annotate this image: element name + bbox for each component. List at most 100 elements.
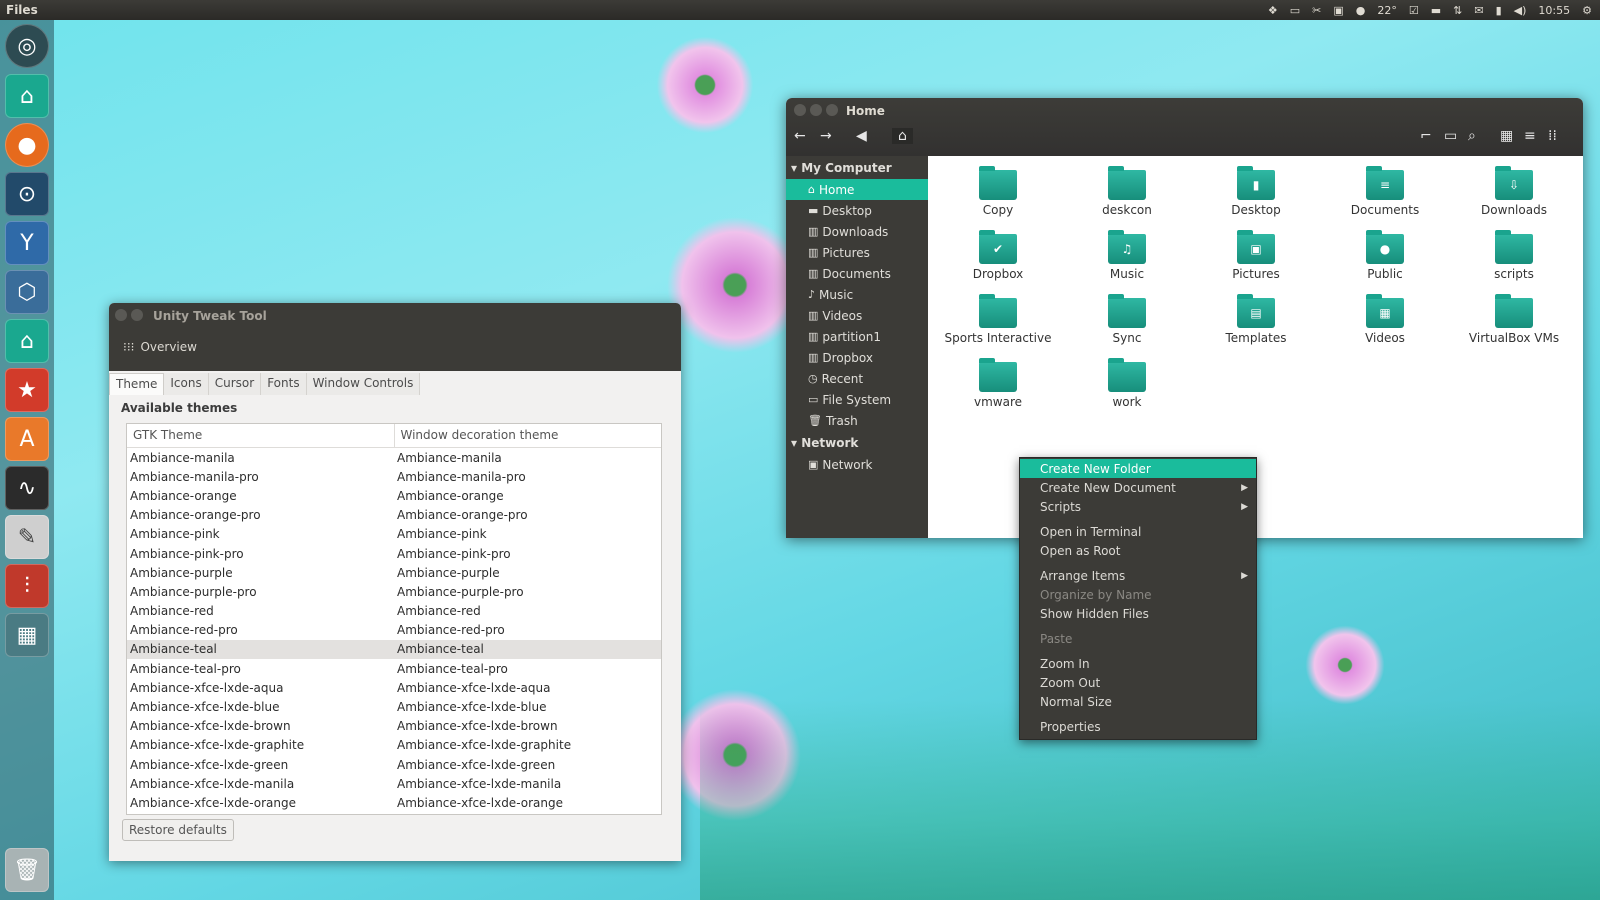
- home-folder-icon[interactable]: ⌂: [5, 74, 49, 118]
- list-view-icon[interactable]: ≡: [1524, 128, 1536, 144]
- sidebar-item-documents[interactable]: ▥ Documents: [786, 263, 928, 284]
- close-icon[interactable]: [115, 309, 127, 321]
- table-row[interactable]: Ambiance-xfce-lxde-brown Ambiance-xfce-lx…: [127, 717, 661, 736]
- table-row[interactable]: Ambiance-xfce-lxde-blue Ambiance-xfce-lxd…: [127, 697, 661, 716]
- steam-icon[interactable]: ⊙: [5, 172, 49, 216]
- weather-temp[interactable]: 22°: [1377, 4, 1397, 17]
- unity-tweak-tool-icon[interactable]: ⫶: [5, 564, 49, 608]
- menu-item-properties[interactable]: Properties: [1020, 717, 1256, 736]
- table-row[interactable]: Ambiance-purple Ambiance-purple: [127, 563, 661, 582]
- display-icon[interactable]: ▬: [1431, 4, 1441, 17]
- table-row[interactable]: Ambiance-orange-pro Ambiance-orange-pro: [127, 506, 661, 525]
- maximize-icon[interactable]: [826, 104, 838, 116]
- table-row[interactable]: Ambiance-teal Ambiance-teal: [127, 639, 661, 660]
- tools-icon[interactable]: ✂: [1312, 4, 1321, 17]
- sidebar-item-trash[interactable]: 🗑 Trash: [786, 410, 928, 431]
- software-center-icon[interactable]: A: [5, 417, 49, 461]
- files-icon[interactable]: ⌂: [5, 319, 49, 363]
- dropbox-icon[interactable]: ❖: [1268, 4, 1278, 17]
- file-item[interactable]: ● Public: [1325, 230, 1445, 281]
- file-item[interactable]: scripts: [1454, 230, 1574, 281]
- table-row[interactable]: Ambiance-red Ambiance-red: [127, 602, 661, 621]
- search-icon[interactable]: ⌕: [1468, 128, 1476, 144]
- sidebar-header-network[interactable]: ▾ Network: [786, 431, 928, 454]
- sidebar-item-pictures[interactable]: ▥ Pictures: [786, 242, 928, 263]
- menu-item-open-as-root[interactable]: Open as Root: [1020, 541, 1256, 560]
- overview-button[interactable]: ⁝⁝⁝ Overview: [123, 340, 197, 354]
- compact-view-icon[interactable]: ⁞⁞: [1548, 128, 1557, 144]
- sidebar-item-file-system[interactable]: ▭ File System: [786, 389, 928, 410]
- gear-icon[interactable]: ⚙: [1582, 4, 1592, 17]
- battery-icon[interactable]: ▮: [1496, 4, 1502, 17]
- table-row[interactable]: Ambiance-teal-pro Ambiance-teal-pro: [127, 659, 661, 678]
- software-updater-icon[interactable]: ★: [5, 368, 49, 412]
- sidebar-item-desktop[interactable]: ▬ Desktop: [786, 200, 928, 221]
- table-row[interactable]: Ambiance-manila-pro Ambiance-manila-pro: [127, 467, 661, 486]
- menu-item-create-new-folder[interactable]: Create New Folder: [1020, 459, 1256, 478]
- icon-view-icon[interactable]: ▦: [1500, 128, 1513, 144]
- menu-item-zoom-in[interactable]: Zoom In: [1020, 654, 1256, 673]
- calendar-icon[interactable]: ▣: [1333, 4, 1343, 17]
- file-item[interactable]: Copy: [938, 166, 1058, 217]
- checkbox-icon[interactable]: ☑: [1409, 4, 1419, 17]
- home-path-icon[interactable]: ⌂: [892, 128, 913, 144]
- file-item[interactable]: Sync: [1067, 294, 1187, 345]
- table-row[interactable]: Ambiance-xfce-lxde-manila Ambiance-xfce-l…: [127, 774, 661, 793]
- table-row[interactable]: Ambiance-xfce-lxde-graphite Ambiance-xfce…: [127, 736, 661, 755]
- table-row[interactable]: Ambiance-manila Ambiance-manila: [127, 448, 661, 467]
- file-item[interactable]: ▮ Desktop: [1196, 166, 1316, 217]
- tab-fonts[interactable]: Fonts: [261, 373, 307, 395]
- clock[interactable]: 10:55: [1538, 4, 1570, 17]
- file-item[interactable]: ≡ Documents: [1325, 166, 1445, 217]
- table-row[interactable]: Ambiance-xfce-lxde-orange Ambiance-xfce-l…: [127, 793, 661, 812]
- text-editor-icon[interactable]: ✎: [5, 515, 49, 559]
- firefox-icon[interactable]: ●: [5, 123, 49, 167]
- trash-icon[interactable]: 🗑: [5, 848, 49, 892]
- file-item[interactable]: ♫ Music: [1067, 230, 1187, 281]
- menu-item-open-in-terminal[interactable]: Open in Terminal: [1020, 522, 1256, 541]
- menu-item-zoom-out[interactable]: Zoom Out: [1020, 673, 1256, 692]
- menu-item-show-hidden-files[interactable]: Show Hidden Files: [1020, 604, 1256, 623]
- mail-icon[interactable]: ✉: [1474, 4, 1483, 17]
- tab-theme[interactable]: Theme: [109, 373, 165, 395]
- column-gtk-theme[interactable]: GTK Theme: [127, 424, 395, 447]
- menu-item-scripts[interactable]: Scripts ▶: [1020, 497, 1256, 516]
- path-left-icon[interactable]: ◀: [856, 128, 867, 144]
- sidebar-item-network[interactable]: ▣ Network: [786, 454, 928, 475]
- back-icon[interactable]: ←: [794, 128, 806, 144]
- system-monitor-icon[interactable]: ∿: [5, 466, 49, 510]
- sidebar-header-my-computer[interactable]: ▾ My Computer: [786, 156, 928, 179]
- table-row[interactable]: Ambiance-orange Ambiance-orange: [127, 486, 661, 505]
- table-row[interactable]: Ambiance-xfce-lxde-aqua Ambiance-xfce-lxd…: [127, 678, 661, 697]
- menu-item-create-new-document[interactable]: Create New Document ▶: [1020, 478, 1256, 497]
- volume-icon[interactable]: ◀): [1514, 4, 1527, 17]
- tab-cursor[interactable]: Cursor: [208, 373, 262, 395]
- minimize-icon[interactable]: [810, 104, 822, 116]
- weather-icon[interactable]: ●: [1356, 4, 1366, 17]
- tab-icons[interactable]: Icons: [164, 373, 209, 395]
- file-item[interactable]: deskcon: [1067, 166, 1187, 217]
- sidebar-item-downloads[interactable]: ▥ Downloads: [786, 221, 928, 242]
- file-item[interactable]: ▤ Templates: [1196, 294, 1316, 345]
- minimize-icon[interactable]: [131, 309, 143, 321]
- y-ppa-manager-icon[interactable]: Y: [5, 221, 49, 265]
- tab-window-controls[interactable]: Window Controls: [306, 373, 421, 395]
- network-icon[interactable]: ⇅: [1453, 4, 1462, 17]
- sidebar-item-home[interactable]: ⌂ Home: [786, 179, 928, 200]
- forward-icon[interactable]: →: [820, 128, 832, 144]
- sidebar-item-videos[interactable]: ▥ Videos: [786, 305, 928, 326]
- table-row[interactable]: Ambiance-xfce-lxde-green Ambiance-xfce-lx…: [127, 755, 661, 774]
- table-row[interactable]: Ambiance-purple-pro Ambiance-purple-pro: [127, 582, 661, 601]
- file-item[interactable]: ✔ Dropbox: [938, 230, 1058, 281]
- table-row[interactable]: Ambiance-pink-pro Ambiance-pink-pro: [127, 544, 661, 563]
- file-item[interactable]: VirtualBox VMs: [1454, 294, 1574, 345]
- table-row[interactable]: Ambiance-pink Ambiance-pink: [127, 525, 661, 544]
- menu-item-arrange-items[interactable]: Arrange Items ▶: [1020, 566, 1256, 585]
- terminal-icon[interactable]: ⌐: [1420, 128, 1432, 144]
- restore-defaults-button[interactable]: Restore defaults: [122, 819, 234, 841]
- table-row[interactable]: Ambiance-red-pro Ambiance-red-pro: [127, 621, 661, 640]
- ubuntu-logo-icon[interactable]: ◎: [5, 24, 49, 68]
- sidebar-item-dropbox[interactable]: ▥ Dropbox: [786, 347, 928, 368]
- virtualbox-icon[interactable]: ⬡: [5, 270, 49, 314]
- drive-icon[interactable]: ▭: [1290, 4, 1300, 17]
